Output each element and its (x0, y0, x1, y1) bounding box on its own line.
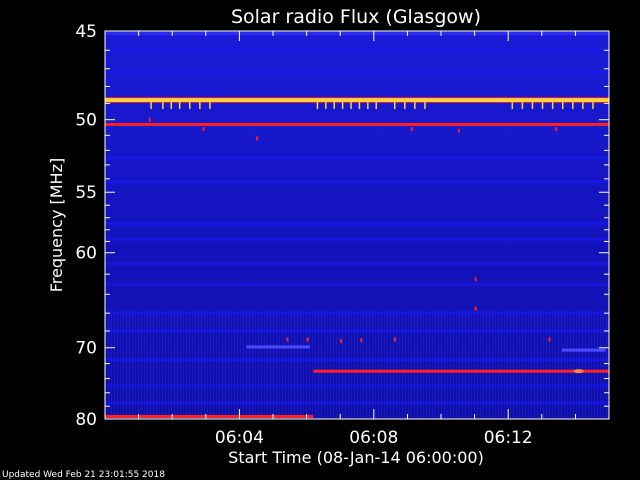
burst-spot (202, 127, 205, 132)
plot-area (105, 31, 609, 419)
burst-mark (150, 102, 152, 110)
burst-mark (424, 102, 426, 110)
burst-spot (410, 127, 413, 132)
burst-spot (148, 117, 151, 122)
y-axis-title: Frequency [MHz] (47, 158, 66, 292)
burst-mark (358, 102, 361, 110)
background-band (105, 401, 609, 405)
emission-line (105, 122, 609, 126)
burst-mark (209, 102, 211, 110)
x-tick-label: 06:12 (484, 428, 533, 448)
background-band (105, 180, 609, 184)
burst-mark (582, 102, 584, 110)
burst-mark (170, 102, 173, 110)
burst-mark (189, 102, 191, 110)
burst-spot (474, 306, 477, 311)
background-band (105, 384, 609, 388)
burst-spot (360, 338, 363, 343)
y-tick-label: 60 (75, 244, 97, 264)
burst-mark (541, 102, 544, 110)
burst-mark (404, 102, 406, 110)
weak-band (561, 348, 606, 352)
burst-mark (572, 102, 574, 110)
y-tick-label: 45 (75, 22, 97, 42)
background-band (105, 48, 609, 52)
burst-mark (393, 102, 396, 110)
burst-spot (548, 337, 551, 342)
y-tick-label: 50 (75, 111, 97, 131)
x-tick-label: 06:04 (215, 428, 264, 448)
burst-mark (531, 102, 534, 110)
x-tick-label: 06:08 (349, 428, 398, 448)
burst-spot (457, 128, 460, 133)
emission-line (313, 369, 609, 373)
updated-timestamp: Updated Wed Feb 21 23:01:55 2018 (2, 470, 165, 480)
background-band (105, 156, 609, 160)
burst-mark (333, 102, 335, 110)
burst-mark (199, 102, 201, 110)
background-band (105, 311, 609, 315)
burst-spot (306, 337, 309, 342)
burst-mark (350, 102, 352, 110)
burst-spot (474, 277, 477, 282)
burst-mark (375, 102, 377, 110)
background-band (105, 329, 609, 333)
burst-mark (561, 102, 564, 110)
burst-mark (592, 102, 594, 110)
emission-line (105, 98, 609, 103)
weak-band (246, 345, 310, 349)
y-tick-label: 55 (75, 183, 97, 203)
burst-spot (555, 127, 558, 132)
burst-mark (511, 102, 514, 110)
burst-hotspot (573, 369, 584, 374)
x-axis-title: Start Time (08-Jan-14 06:00:00) (228, 448, 484, 467)
background-band (105, 282, 609, 286)
burst-mark (316, 102, 319, 110)
burst-mark (325, 102, 327, 110)
emission-halo (105, 97, 609, 99)
emission-line (105, 414, 314, 418)
burst-spot (256, 136, 259, 141)
y-tick-label: 80 (75, 410, 97, 430)
background-band (105, 262, 609, 266)
burst-spot (286, 337, 289, 342)
burst-mark (521, 102, 524, 110)
spectrogram-chart: Solar radio Flux (Glasgow) 455055607080 … (2, 6, 610, 480)
burst-mark (162, 102, 164, 110)
background-band (105, 237, 609, 241)
background-band (105, 358, 609, 362)
burst-mark (414, 102, 416, 110)
y-tick-label: 70 (75, 339, 97, 359)
burst-mark (341, 102, 344, 110)
burst-mark (551, 102, 554, 110)
background-band (105, 222, 609, 226)
chart-title: Solar radio Flux (Glasgow) (231, 6, 481, 28)
burst-spot (340, 339, 343, 344)
burst-spot (393, 337, 396, 342)
burst-mark (367, 102, 369, 110)
background-band (105, 32, 609, 35)
emission-halo (105, 102, 609, 104)
burst-mark (178, 102, 181, 110)
background-band (105, 70, 609, 74)
